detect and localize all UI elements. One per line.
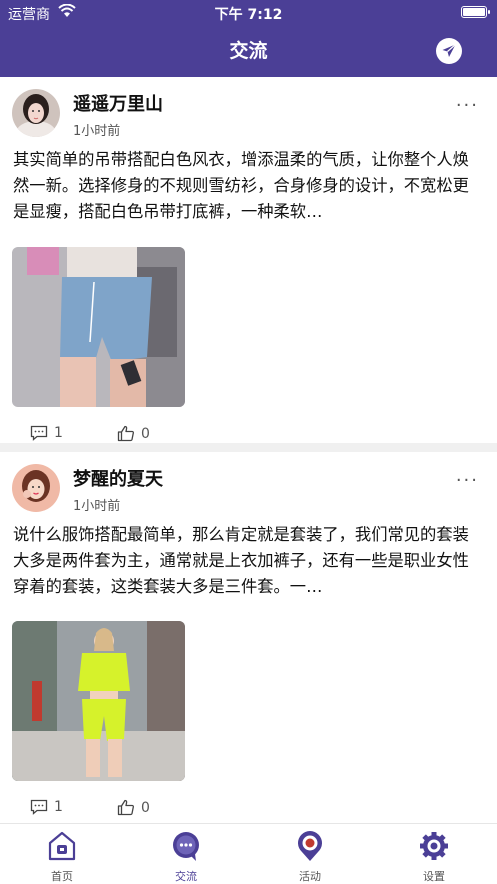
- tab-settings-label: 设置: [423, 870, 445, 883]
- avatar[interactable]: [12, 464, 60, 512]
- post-feed[interactable]: 遥遥万里山 1小时前 ··· 其实简单的吊带搭配白色风衣，增添温柔的气质，让你整…: [0, 77, 497, 823]
- post-content[interactable]: 其实简单的吊带搭配白色风衣，增添温柔的气质，让你整个人焕然一新。选择修身的不规则…: [13, 147, 483, 225]
- like-count: 0: [141, 799, 150, 816]
- battery-icon: [461, 6, 490, 18]
- avatar[interactable]: [12, 89, 60, 137]
- comment-button[interactable]: 1: [30, 799, 63, 815]
- home-icon: [48, 831, 76, 861]
- app-header: 运营商 下午 7:12 交流: [0, 0, 497, 77]
- tab-activity[interactable]: 活动: [270, 830, 350, 884]
- more-options-button[interactable]: ···: [456, 95, 479, 116]
- comment-icon: [30, 799, 48, 815]
- bottom-tab-bar: 首页 交流 活动 设置: [0, 823, 497, 883]
- comment-count: 1: [54, 799, 63, 815]
- chat-icon: [173, 832, 199, 861]
- tab-chat-label: 交流: [175, 870, 197, 883]
- post-time: 1小时前: [73, 124, 121, 139]
- post-image[interactable]: [12, 247, 185, 407]
- post-card[interactable]: 遥遥万里山 1小时前 ··· 其实简单的吊带搭配白色风衣，增添温柔的气质，让你整…: [0, 77, 497, 443]
- comment-button[interactable]: 1: [30, 425, 63, 441]
- like-button[interactable]: 0: [117, 799, 150, 816]
- status-bar: 运营商 下午 7:12: [0, 0, 497, 26]
- tab-home-label: 首页: [51, 870, 73, 883]
- tab-activity-label: 活动: [299, 870, 321, 883]
- comment-icon: [30, 425, 48, 441]
- post-actions: 1 0: [0, 799, 497, 823]
- send-icon: [442, 44, 456, 57]
- post-divider: [0, 443, 497, 452]
- post-username[interactable]: 梦醒的夏天: [73, 465, 163, 491]
- thumbs-up-icon: [117, 799, 134, 816]
- clock: 下午 7:12: [214, 7, 283, 23]
- comment-count: 1: [54, 425, 63, 441]
- like-count: 0: [141, 425, 150, 442]
- page-title: 交流: [229, 40, 268, 62]
- like-button[interactable]: 0: [117, 425, 150, 442]
- send-button[interactable]: [436, 38, 462, 64]
- tab-home[interactable]: 首页: [22, 830, 102, 884]
- gear-icon: [420, 832, 448, 860]
- thumbs-up-icon: [117, 425, 134, 442]
- tab-settings[interactable]: 设置: [394, 830, 474, 884]
- post-content[interactable]: 说什么服饰搭配最简单，那么肯定就是套装了，我们常见的套装大多是两件套为主，通常就…: [13, 522, 483, 600]
- post-card[interactable]: 梦醒的夏天 1小时前 ··· 说什么服饰搭配最简单，那么肯定就是套装了，我们常见…: [0, 452, 497, 823]
- post-image[interactable]: [12, 621, 185, 781]
- location-pin-icon: [298, 831, 322, 861]
- post-username[interactable]: 遥遥万里山: [73, 90, 163, 116]
- more-options-button[interactable]: ···: [456, 470, 479, 491]
- tab-chat[interactable]: 交流: [146, 830, 226, 884]
- post-time: 1小时前: [73, 499, 121, 514]
